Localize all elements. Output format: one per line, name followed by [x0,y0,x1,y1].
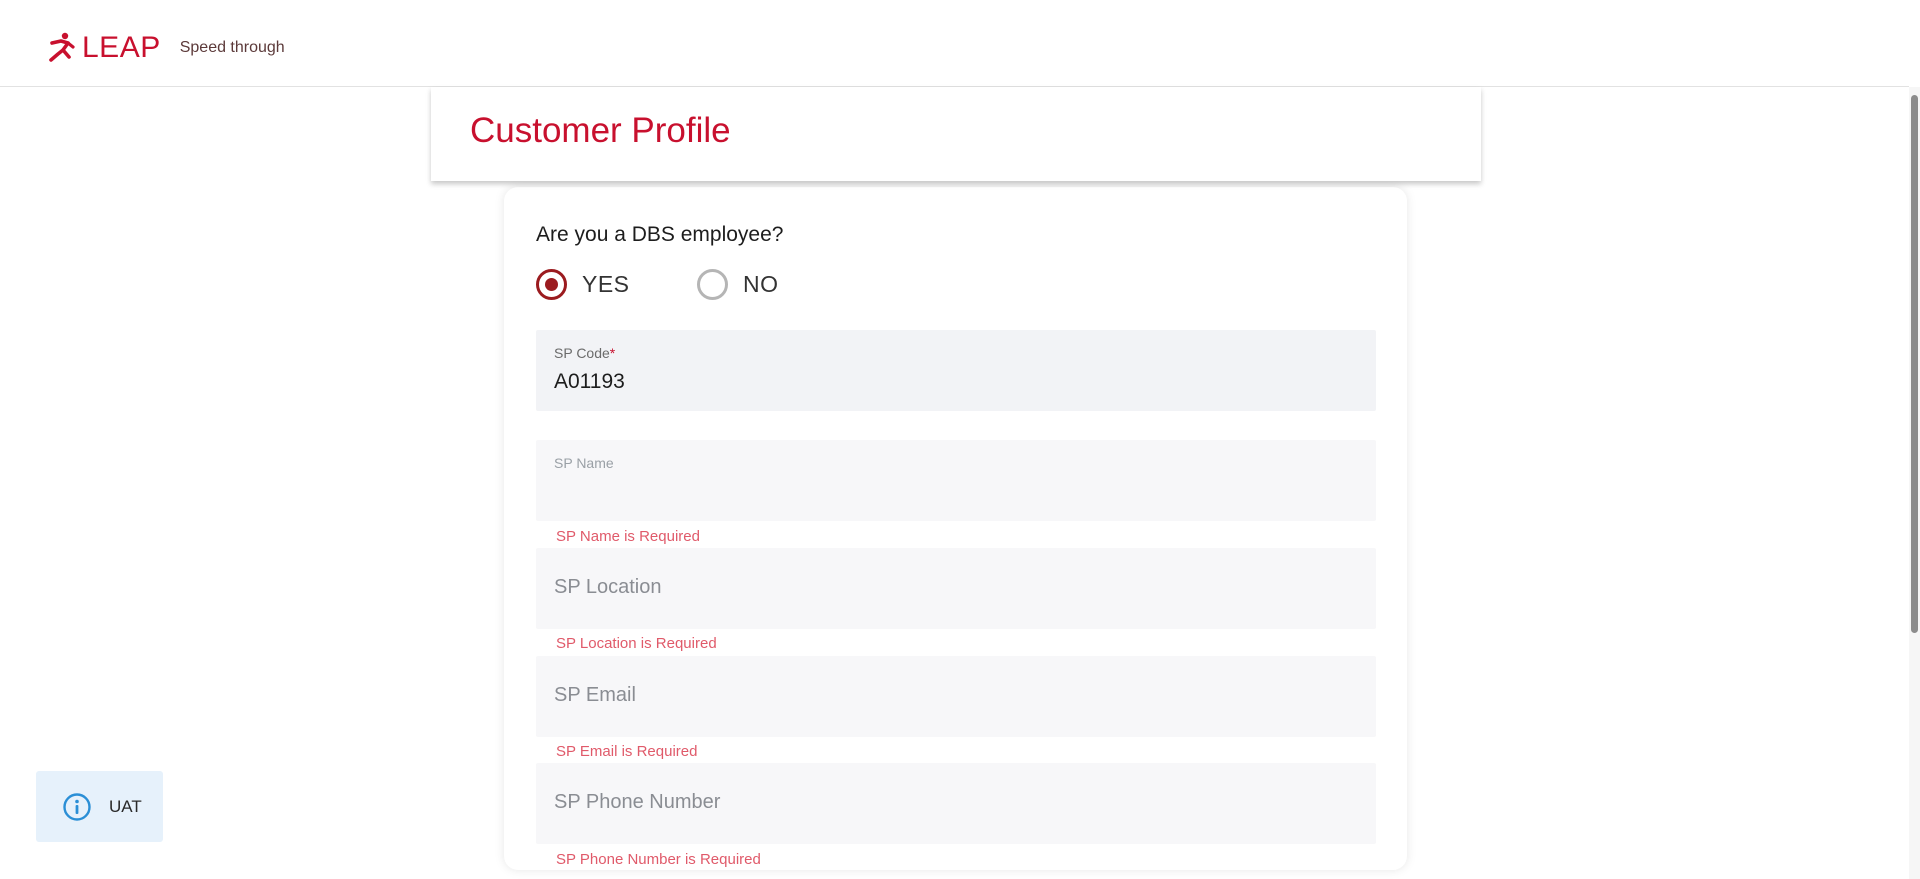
dbs-employee-question: Are you a DBS employee? [536,223,784,246]
radio-option-yes[interactable]: YES [536,269,630,300]
info-icon [62,792,92,822]
top-header: LEAP Speed through [0,0,1909,87]
sp-location-placeholder: SP Location [554,576,662,598]
radio-option-no[interactable]: NO [697,269,779,300]
brand-tagline: Speed through [179,39,285,56]
sp-email-placeholder: SP Email [554,684,636,706]
sp-location-field[interactable]: SP Location [536,548,1376,629]
radio-no-label: NO [743,271,779,297]
radio-no-unchecked-icon[interactable] [697,269,728,300]
sp-email-field[interactable]: SP Email [536,656,1376,737]
sp-name-label: SP Name [554,455,614,471]
sp-location-error: SP Location is Required [556,635,717,652]
sp-code-label: SP Code* [554,345,616,361]
required-asterisk: * [609,345,616,361]
page-title-card: Customer Profile [431,87,1481,181]
running-man-logo-icon [48,31,76,65]
brand[interactable]: LEAP Speed through [48,30,285,66]
sp-phone-placeholder: SP Phone Number [554,791,721,813]
brand-name: LEAP [82,31,161,64]
sp-code-value: A01193 [554,370,625,393]
sp-email-error: SP Email is Required [556,743,698,760]
sp-phone-field[interactable]: SP Phone Number [536,763,1376,844]
environment-label: UAT [109,796,142,816]
radio-yes-label: YES [582,271,630,297]
sp-name-error: SP Name is Required [556,528,700,545]
radio-yes-checked-icon[interactable] [536,269,567,300]
customer-profile-form: Are you a DBS employee? YES NO SP Code* … [504,187,1407,870]
page-scrollbar-thumb[interactable] [1911,95,1918,633]
sp-code-field[interactable]: SP Code* A01193 [536,330,1376,411]
sp-name-field[interactable]: SP Name [536,440,1376,521]
environment-badge[interactable]: UAT [36,771,163,842]
page-title: Customer Profile [470,111,731,150]
sp-phone-error: SP Phone Number is Required [556,851,761,868]
